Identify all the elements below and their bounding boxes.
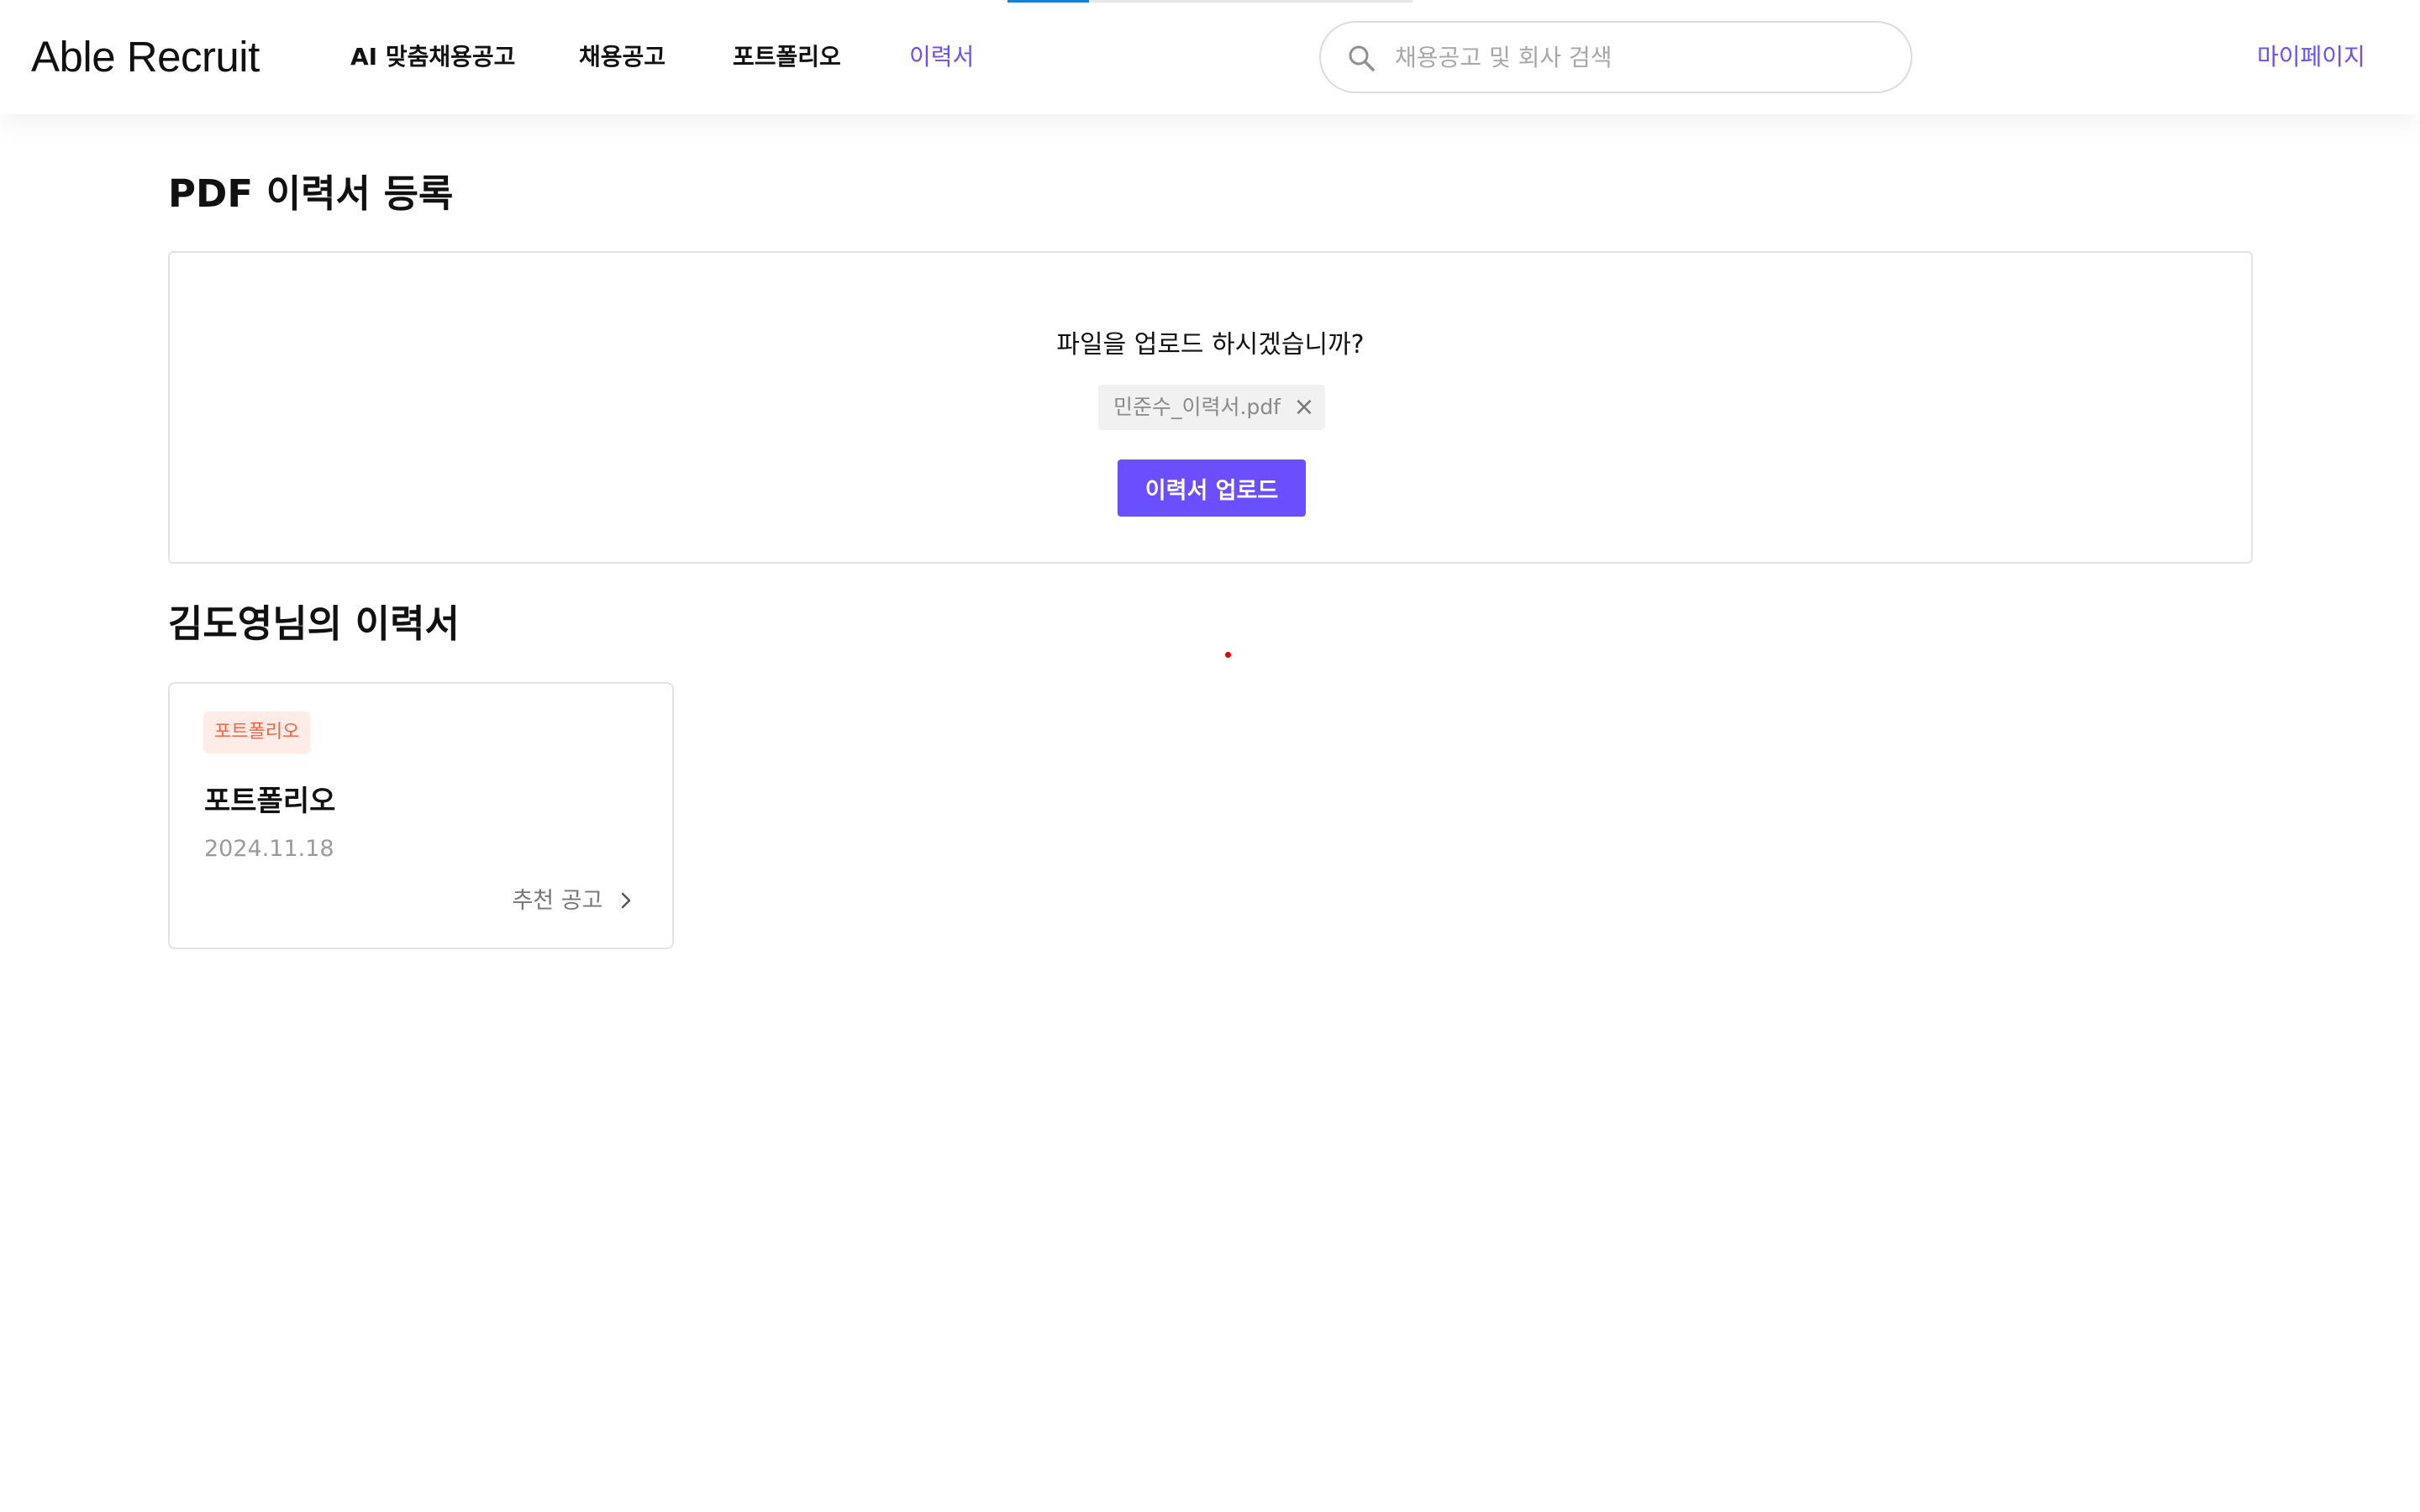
search-icon xyxy=(1349,45,1375,71)
upload-section-title: PDF 이력서 등록 xyxy=(168,171,454,216)
recommended-jobs-link[interactable]: 추천 공고 xyxy=(512,885,635,917)
nav-ai-recommended-jobs[interactable]: AI 맞춤채용공고 xyxy=(350,39,515,76)
resume-card[interactable]: 포트폴리오 포트폴리오 2024.11.18 추천 공고 xyxy=(168,682,674,949)
selected-file-name: 민준수_이력서.pdf xyxy=(1113,395,1281,419)
nav-portfolio[interactable]: 포트폴리오 xyxy=(733,39,841,76)
search-bar[interactable] xyxy=(1319,21,1912,93)
search-input[interactable] xyxy=(1395,38,1882,76)
resume-card-date: 2024.11.18 xyxy=(204,836,334,862)
mouse-cursor-indicator xyxy=(1225,652,1231,658)
app-logo[interactable]: Able Recruit xyxy=(31,30,260,84)
chevron-right-icon xyxy=(621,892,631,909)
upload-panel: 파일을 업로드 하시겠습니까? 민준수_이력서.pdf × 이력서 업로드 xyxy=(168,251,2253,564)
nav-job-postings[interactable]: 채용공고 xyxy=(579,39,666,76)
recommended-jobs-label: 추천 공고 xyxy=(512,888,603,914)
nav-resume[interactable]: 이력서 xyxy=(909,39,974,76)
resume-card-title: 포트폴리오 xyxy=(204,785,336,818)
upload-question: 파일을 업로드 하시겠습니까? xyxy=(1056,330,1365,360)
resume-list-title: 김도영님의 이력서 xyxy=(168,601,460,646)
upload-resume-button[interactable]: 이력서 업로드 xyxy=(1118,459,1306,517)
resume-type-badge: 포트폴리오 xyxy=(203,711,311,753)
page-loading-bar xyxy=(1007,0,1089,3)
close-icon[interactable]: × xyxy=(1291,394,1318,421)
mypage-link[interactable]: 마이페이지 xyxy=(2257,39,2365,76)
selected-file-chip: 민준수_이력서.pdf × xyxy=(1098,385,1325,430)
top-header: Able Recruit AI 맞춤채용공고 채용공고 포트폴리오 이력서 마이… xyxy=(0,0,2420,114)
